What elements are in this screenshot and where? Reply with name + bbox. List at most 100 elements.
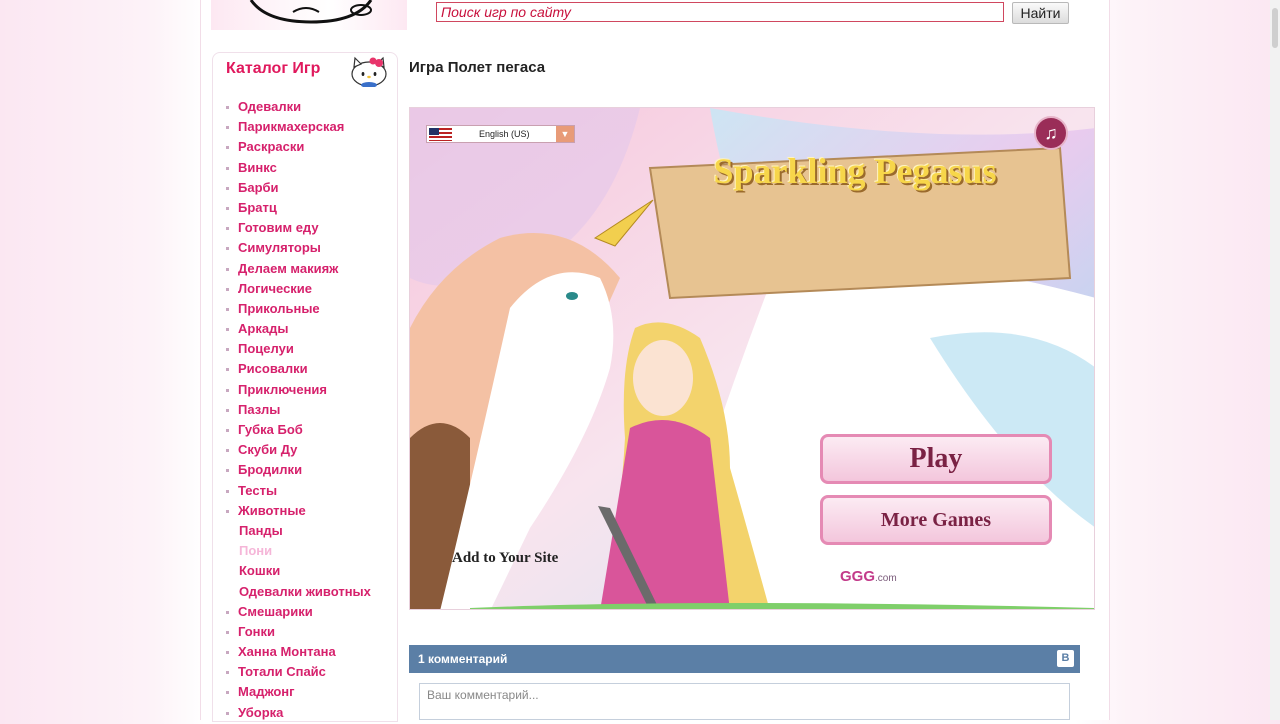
sidebar-item[interactable]: Животные [213, 501, 397, 521]
sidebar-item-label: Пони [239, 543, 273, 559]
sidebar-item[interactable]: Раскраски [213, 137, 397, 157]
bullet-icon [226, 509, 229, 513]
language-select[interactable]: English (US) ▼ [426, 125, 575, 143]
sidebar-item-label: Симуляторы [238, 240, 321, 256]
sidebar-item[interactable]: Поцелуи [213, 339, 397, 359]
sidebar-item[interactable]: Логические [213, 279, 397, 299]
sidebar-item-label: Маджонг [238, 684, 295, 700]
sidebar-item-label: Гонки [238, 623, 276, 639]
bullet-icon [226, 186, 229, 190]
sidebar-item[interactable]: Одевалки животных [213, 582, 397, 602]
sidebar-item-label: Прикольные [238, 300, 320, 316]
sidebar-item[interactable]: Винкс [213, 158, 397, 178]
sidebar-item[interactable]: Маджонг [213, 682, 397, 702]
sidebar-item[interactable]: Делаем макияж [213, 259, 397, 279]
sidebar-item-label: Ханна Монтана [238, 644, 336, 660]
sidebar-item-label: Барби [238, 179, 279, 195]
catalog-list: Одевалки Парикмахерская Раскраски Винкс Барб… [213, 97, 397, 723]
sidebar-item-label: Кошки [239, 563, 281, 579]
sidebar-item[interactable]: Парикмахерская [213, 117, 397, 137]
comment-field[interactable] [419, 683, 1070, 720]
game-frame[interactable]: English (US) ▼ ♫ Sparkling Pegasus Play … [409, 107, 1095, 610]
bullet-icon [226, 328, 229, 332]
sidebar-item-label: Одевалки животных [239, 583, 371, 599]
sidebar-item[interactable]: Одевалки [213, 97, 397, 117]
sidebar-item[interactable]: Приключения [213, 380, 397, 400]
sidebar-item-label: Уборка [238, 704, 284, 720]
sidebar-item[interactable]: Гонки [213, 622, 397, 642]
play-button[interactable]: Play [820, 434, 1052, 484]
sidebar-item-label: Раскраски [238, 139, 305, 155]
sidebar-item[interactable]: Братц [213, 198, 397, 218]
sidebar-item[interactable]: Ханна Монтана [213, 642, 397, 662]
sidebar-item[interactable]: Пазлы [213, 400, 397, 420]
sidebar-item[interactable]: Кошки [213, 561, 397, 581]
sidebar-item-label: Смешарики [238, 603, 313, 619]
sidebar-item[interactable]: Панды [213, 521, 397, 541]
sidebar-item-label: Тесты [238, 482, 278, 498]
sidebar-item[interactable]: Рисовалки [213, 359, 397, 379]
bullet-icon [226, 206, 229, 210]
comment-input[interactable] [420, 684, 1069, 719]
bullet-icon [226, 630, 229, 634]
sidebar-item[interactable]: Смешарики [213, 602, 397, 622]
sidebar-item-label: Приключения [238, 381, 328, 397]
bullet-icon [226, 287, 229, 291]
sidebar-item[interactable]: Прикольные [213, 299, 397, 319]
sidebar-item-label: Одевалки [238, 99, 302, 114]
catalog-title: Каталог Игр [226, 60, 321, 77]
sidebar-item[interactable]: Тесты [213, 481, 397, 501]
sidebar-item[interactable]: Пони [213, 541, 397, 561]
sidebar-item-label: Панды [239, 522, 283, 538]
more-games-button[interactable]: More Games [820, 495, 1052, 545]
search-input[interactable] [437, 3, 1003, 21]
bullet-icon [226, 227, 229, 231]
sidebar-item[interactable]: Скуби Ду [213, 440, 397, 460]
comments-count[interactable]: 1 комментарий [418, 652, 507, 666]
page-title: Игра Полет пегаса [409, 59, 546, 76]
sidebar-item[interactable]: Губка Боб [213, 420, 397, 440]
sponsor-logo[interactable]: GGG.com [840, 568, 897, 585]
bullet-icon [226, 610, 229, 614]
sidebar-item-label: Аркады [238, 321, 289, 337]
sidebar-item[interactable]: Аркады [213, 319, 397, 339]
bullet-icon [226, 247, 229, 251]
sidebar-item-label: Животные [238, 502, 306, 518]
bullet-icon [226, 671, 229, 675]
us-flag-icon [429, 128, 452, 141]
sidebar-item[interactable]: Бродилки [213, 460, 397, 480]
sidebar-item-label: Бродилки [238, 462, 303, 478]
sidebar-item-label: Губка Боб [238, 422, 303, 437]
bullet-icon [226, 106, 229, 109]
hello-kitty-icon [349, 55, 389, 92]
sidebar-item-label: Братц [238, 199, 277, 215]
bullet-icon [226, 489, 229, 493]
bullet-icon [226, 126, 229, 130]
bullet-icon [226, 408, 229, 412]
sidebar-item-label: Логические [238, 280, 313, 296]
search-field[interactable] [436, 2, 1004, 22]
bullet-icon [226, 146, 229, 150]
site-logo[interactable] [211, 0, 407, 30]
comments-header: 1 комментарий В [409, 645, 1080, 673]
bullet-icon [226, 368, 229, 372]
scrollbar-thumb[interactable] [1272, 8, 1278, 48]
music-toggle-button[interactable]: ♫ [1034, 116, 1068, 150]
search-button[interactable]: Найти [1012, 2, 1069, 24]
sidebar-item[interactable]: Барби [213, 178, 397, 198]
bullet-icon [226, 651, 229, 655]
page-scrollbar[interactable] [1270, 0, 1280, 720]
sidebar-item-label: Скуби Ду [238, 442, 298, 458]
add-to-site-link[interactable]: Add to Your Site [452, 550, 558, 567]
sidebar-item-label: Рисовалки [238, 361, 308, 377]
sidebar-item[interactable]: Тотали Спайс [213, 662, 397, 682]
sidebar-item[interactable]: Симуляторы [213, 238, 397, 258]
sidebar-item[interactable]: Готовим еду [213, 218, 397, 238]
bullet-icon [226, 307, 229, 311]
catalog-header: Каталог Игр [213, 53, 397, 88]
bullet-icon [226, 267, 229, 271]
bullet-icon [226, 711, 229, 715]
bullet-icon [226, 348, 229, 352]
chevron-down-icon: ▼ [556, 126, 574, 142]
vk-icon[interactable]: В [1057, 650, 1074, 667]
